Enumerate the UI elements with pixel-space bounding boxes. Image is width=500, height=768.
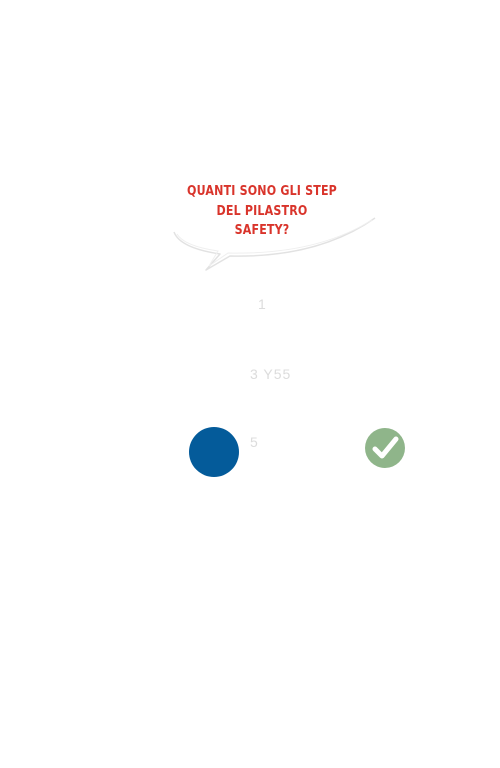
question-line-3: SAFETY? [234,222,290,238]
question-line-2: DEL PILASTRO [216,202,308,219]
checkmark-icon [365,428,405,468]
answer-option-1[interactable]: 1 [258,296,266,312]
selected-answer-marker[interactable] [189,427,239,477]
answer-option-2[interactable]: 3 Y55 [250,366,291,382]
answer-option-3[interactable]: 5 [250,434,258,450]
question-text: QUANTI SONO GLI STEP DEL PILASTRO SAFETY… [185,182,339,241]
question-line-1: QUANTI SONO GLI STEP [187,183,337,199]
